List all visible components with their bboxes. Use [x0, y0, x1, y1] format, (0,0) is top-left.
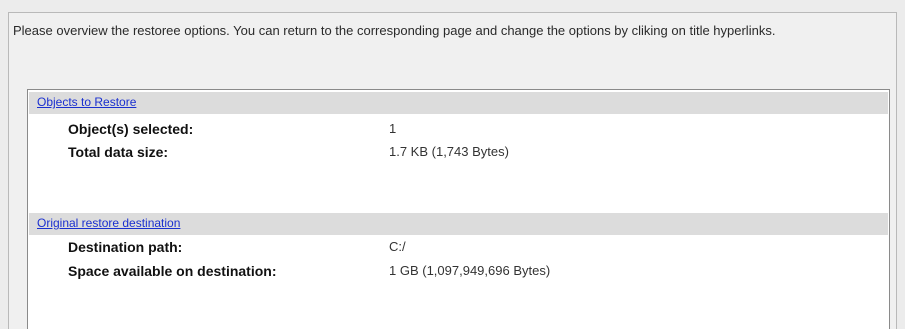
object-selected-value: 1: [389, 121, 397, 136]
section-header-original-restore-destination: Original restore destination: [29, 213, 888, 235]
total-data-size-label: Total data size:: [68, 144, 169, 160]
object-selected-label: Object(s) selected:: [68, 121, 194, 137]
intro-text: Please overview the restoree options. Yo…: [13, 23, 776, 38]
destination-path-label: Destination path:: [68, 239, 183, 255]
destination-path-value: C:/: [389, 239, 406, 254]
space-available-label: Space available on destination:: [68, 263, 277, 279]
space-available-value: 1 GB (1,097,949,696 Bytes): [389, 263, 551, 278]
objects-to-restore-link[interactable]: Objects to Restore: [37, 95, 136, 109]
section-header-objects-to-restore: Objects to Restore: [29, 92, 888, 114]
original-restore-destination-link[interactable]: Original restore destination: [37, 216, 180, 230]
total-data-size-value: 1.7 KB (1,743 Bytes): [389, 144, 509, 159]
summary-panel: Objects to Restore Object(s) selected: 1…: [27, 89, 890, 329]
